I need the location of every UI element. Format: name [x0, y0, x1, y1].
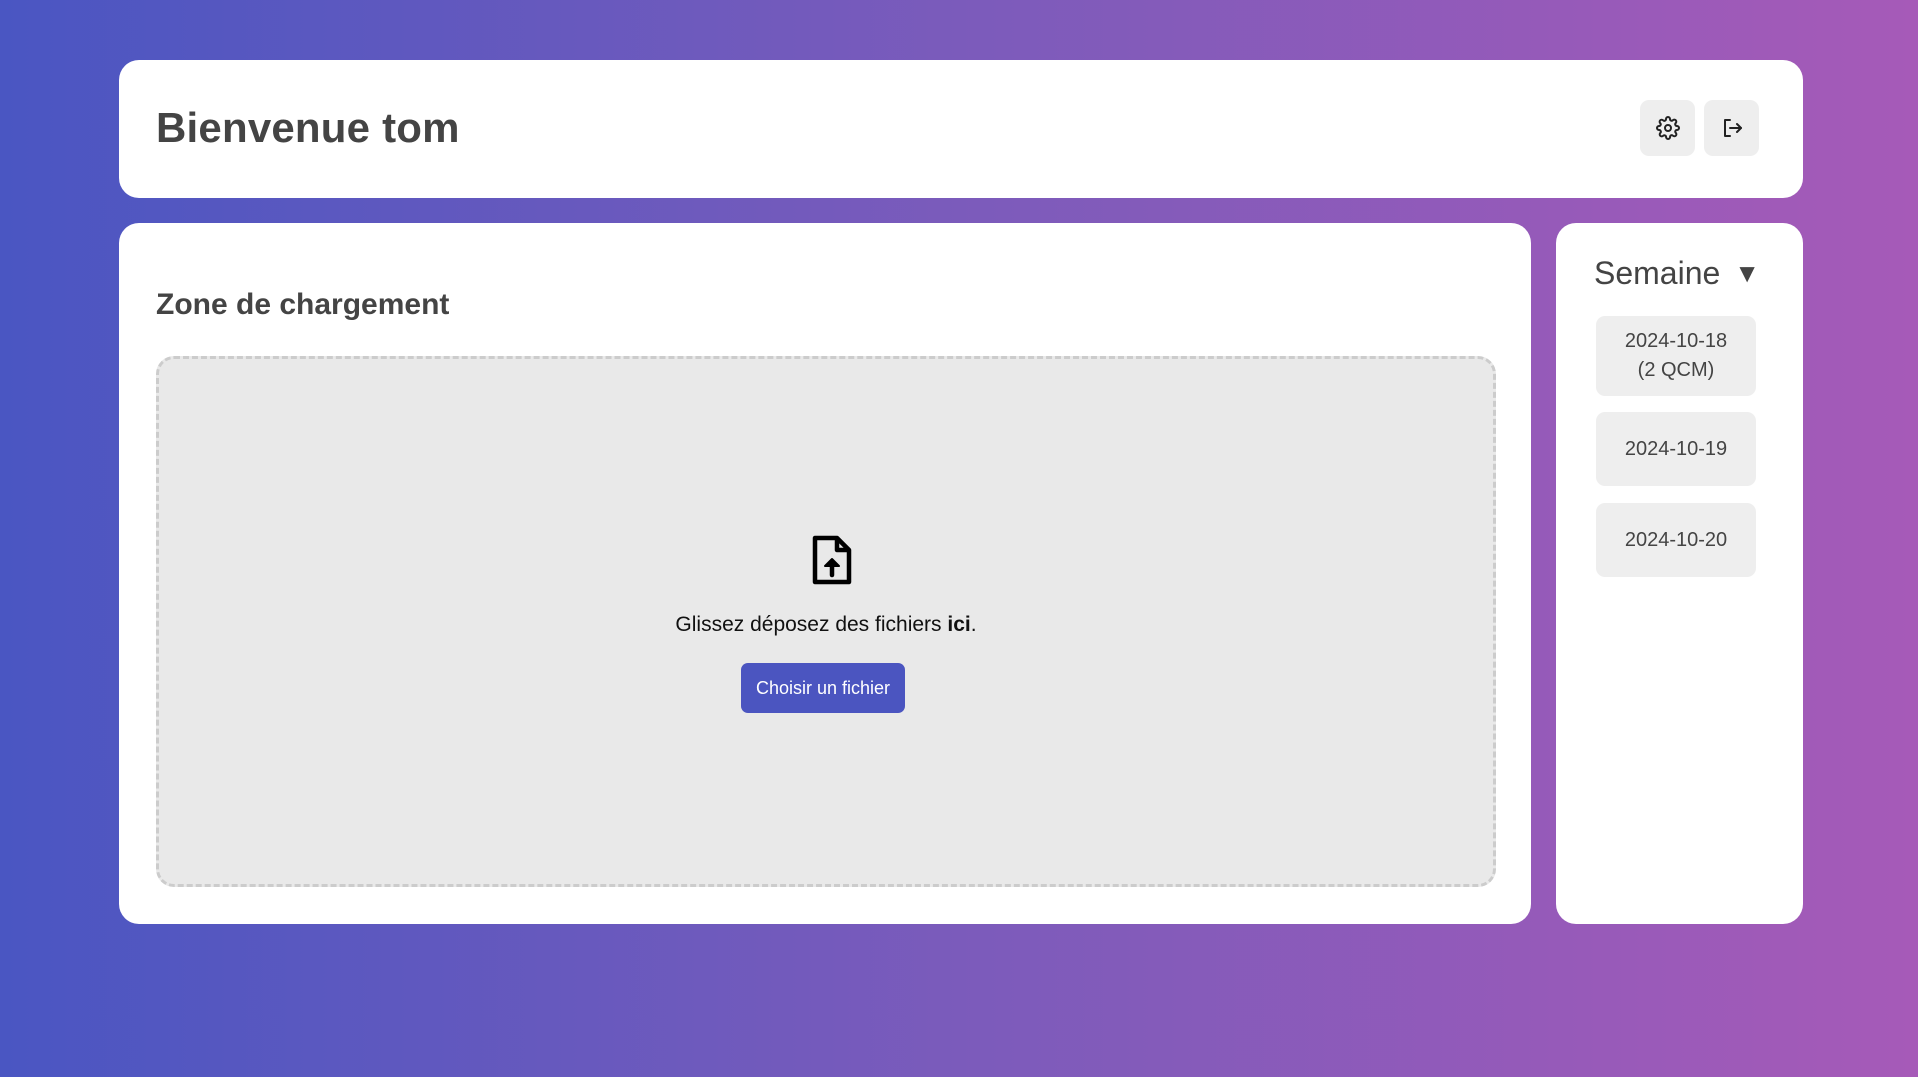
logout-button[interactable] [1704, 100, 1759, 156]
week-sidebar: Semaine ▼ 2024-10-18 (2 QCM) 2024-10-19 … [1556, 223, 1803, 924]
upload-card: Zone de chargement Glissez déposez des f… [119, 223, 1531, 924]
caret-down-icon: ▼ [1734, 258, 1761, 288]
date-item-label: 2024-10-20 [1624, 528, 1728, 551]
date-item[interactable]: 2024-10-19 [1596, 412, 1756, 486]
date-item-label: 2024-10-19 [1624, 437, 1728, 460]
choose-file-button[interactable]: Choisir un fichier [741, 663, 905, 713]
upload-section-title: Zone de chargement [156, 288, 450, 321]
logout-icon [1723, 119, 1742, 137]
page-title: Bienvenue tom [156, 104, 460, 151]
file-upload-icon [812, 535, 852, 585]
settings-button[interactable] [1640, 100, 1695, 156]
drop-instruction-text: Glissez déposez des fichiers ici. [675, 613, 977, 636]
header-card: Bienvenue tom [119, 60, 1803, 198]
file-dropzone[interactable]: Glissez déposez des fichiers ici. Choisi… [156, 356, 1496, 887]
date-item-label: 2024-10-18 (2 QCM) [1624, 330, 1728, 381]
week-dropdown-label: Semaine [1594, 255, 1721, 291]
gear-icon [1655, 116, 1680, 140]
date-item[interactable]: 2024-10-20 [1596, 503, 1756, 577]
date-item[interactable]: 2024-10-18 (2 QCM) [1596, 316, 1756, 396]
drop-instruction-emphasis: ici [947, 613, 971, 636]
week-dropdown[interactable]: Semaine ▼ [1594, 255, 1760, 292]
